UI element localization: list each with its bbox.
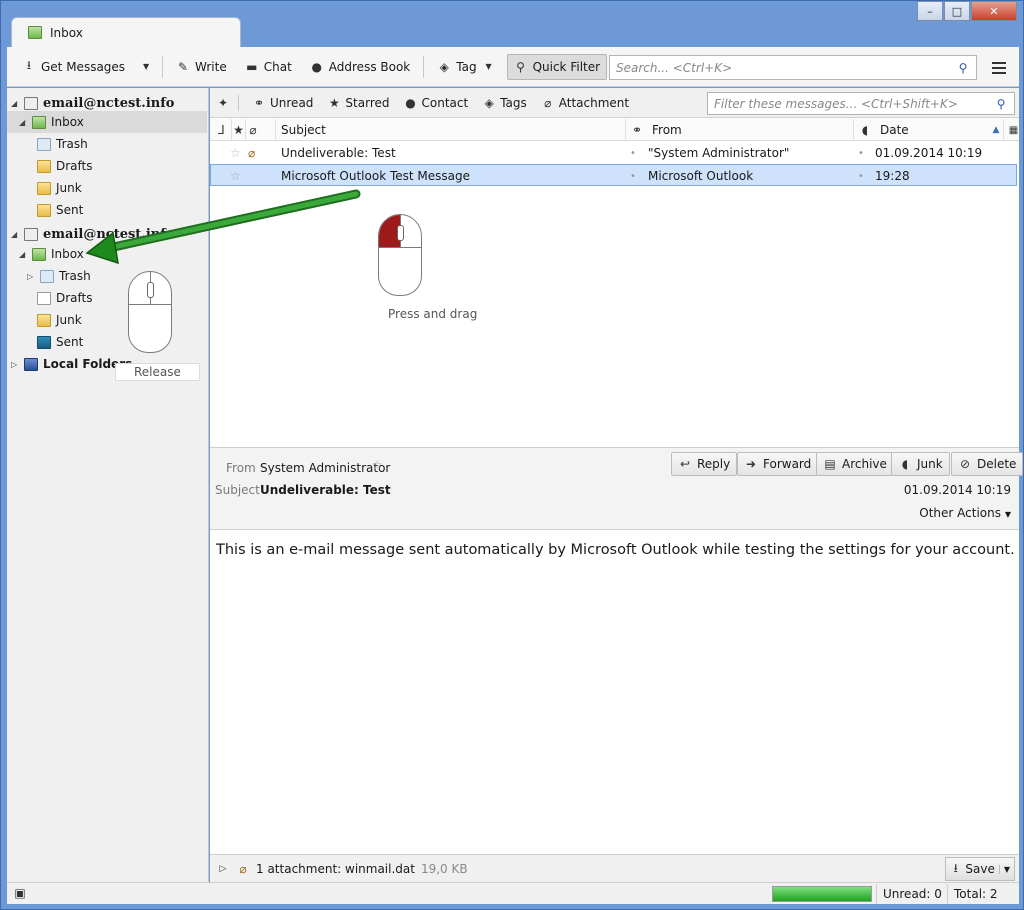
total-count: Total: 2 xyxy=(947,884,1004,904)
unread-count: Unread: 0 xyxy=(876,884,948,904)
progress-bar xyxy=(772,886,872,902)
status-bar: ▣ Unread: 0 Total: 2 xyxy=(7,882,1019,904)
app-window: – □ ✕ Inbox ⭳ Get Messages ▼ ✎ Write ▬ C… xyxy=(0,0,1024,910)
progress-fill xyxy=(773,887,871,901)
drag-arrow xyxy=(85,189,361,265)
network-icon[interactable]: ▣ xyxy=(13,886,27,900)
